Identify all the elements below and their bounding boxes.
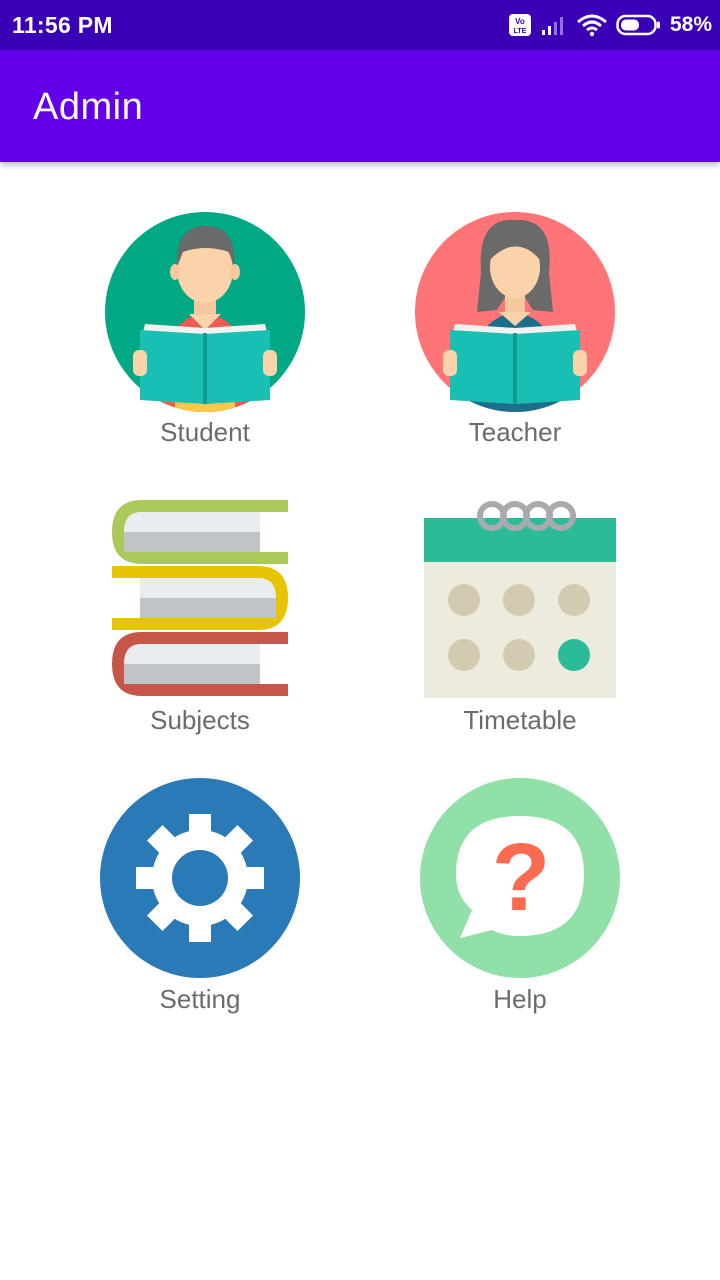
svg-text:?: ? (492, 824, 551, 931)
teacher-tile[interactable]: Teacher (395, 200, 635, 460)
svg-text:LTE: LTE (514, 28, 527, 35)
battery-percent: 58% (669, 13, 712, 36)
status-time: 11:56 PM (12, 12, 113, 38)
status-bar: 11:56 PM Vo LTE 58% (0, 0, 720, 50)
signal-icon (541, 17, 563, 35)
subjects-label: Subjects (150, 705, 250, 735)
help-label: Help (493, 984, 547, 1014)
volte-icon: Vo LTE (508, 14, 531, 36)
setting-label: Setting (159, 984, 241, 1014)
gear-icon (100, 778, 300, 978)
student-label: Student (160, 417, 250, 447)
svg-text:Vo: Vo (515, 17, 525, 26)
help-tile[interactable]: ? Help (400, 768, 640, 1028)
app-bar: Admin (0, 50, 720, 162)
teacher-label: Teacher (468, 417, 562, 447)
setting-tile[interactable]: Setting (80, 768, 320, 1028)
subjects-tile[interactable]: Subjects (80, 490, 320, 750)
student-tile[interactable]: Student (85, 200, 325, 460)
battery-icon (616, 14, 660, 36)
wifi-icon (576, 14, 607, 37)
timetable-tile[interactable]: Timetable (400, 490, 640, 750)
status-icons: Vo LTE 58% (508, 10, 712, 40)
calendar-icon (424, 501, 616, 698)
books-icon (112, 500, 288, 696)
timetable-label: Timetable (463, 705, 577, 735)
student-icon (105, 212, 305, 412)
page-title: Admin (33, 86, 144, 128)
teacher-icon (415, 212, 615, 412)
help-icon: ? (420, 778, 620, 978)
